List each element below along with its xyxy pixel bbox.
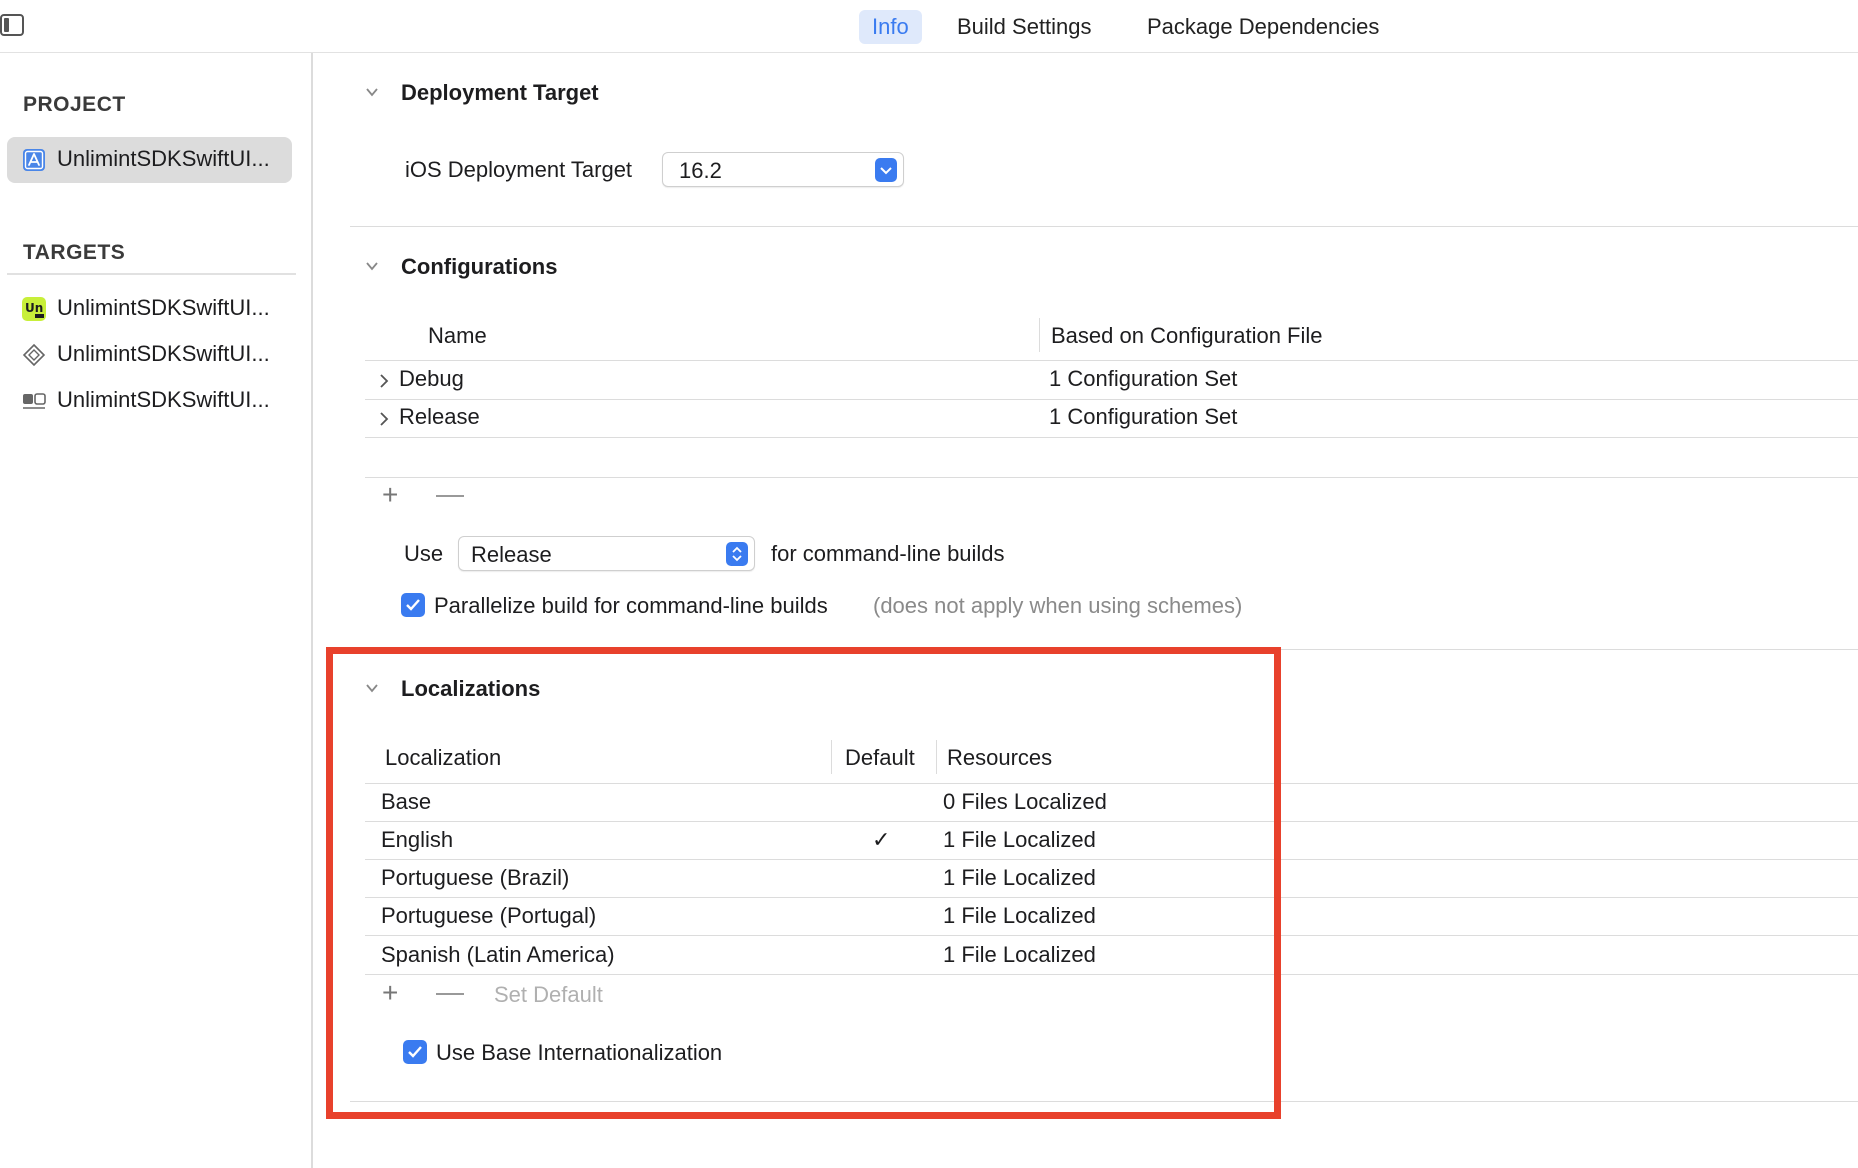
- sidebar-item-label: UnlimintSDKSwiftUI...: [57, 295, 270, 320]
- command-line-config-popup[interactable]: Release: [458, 536, 755, 571]
- config-name: Release: [399, 404, 480, 429]
- command-line-config-value: Release: [471, 542, 552, 567]
- section-divider: [350, 226, 1858, 227]
- tab-info[interactable]: Info: [859, 10, 922, 44]
- chevron-down-icon[interactable]: [365, 259, 379, 273]
- sidebar-item-label: UnlimintSDKSwiftUI...: [57, 387, 270, 412]
- column-header-name[interactable]: Name: [428, 323, 487, 349]
- highlight-box: [326, 647, 1281, 1119]
- parallelize-note: (does not apply when using schemes): [873, 593, 1243, 618]
- chevron-right-icon[interactable]: [377, 373, 391, 389]
- deployment-target-label: iOS Deployment Target: [405, 157, 633, 182]
- top-tab-bar: Info Build Settings Package Dependencies: [0, 0, 1858, 53]
- table-row[interactable]: Release 1 Configuration Set: [365, 400, 1858, 437]
- row-divider: [365, 437, 1858, 438]
- deployment-target-popup[interactable]: 16.2: [662, 152, 904, 187]
- parallelize-checkbox[interactable]: [401, 593, 425, 617]
- parallelize-label: Parallelize build for command-line build…: [434, 593, 828, 618]
- column-separator: [1039, 318, 1040, 352]
- add-configuration-button[interactable]: +: [382, 481, 398, 509]
- use-suffix-label: for command-line builds: [771, 541, 1005, 566]
- sidebar-item-target[interactable]: UnlimintSDKSwiftUI...: [7, 332, 292, 378]
- config-file: 1 Configuration Set: [1049, 404, 1238, 429]
- config-file: 1 Configuration Set: [1049, 366, 1238, 391]
- remove-configuration-button[interactable]: [436, 495, 464, 497]
- column-header-file[interactable]: Based on Configuration File: [1051, 323, 1323, 349]
- project-icon: [23, 149, 45, 171]
- chevron-updown-icon: [726, 542, 748, 566]
- sidebar-item-target[interactable]: Un UnlimintSDKSwiftUI...: [7, 286, 292, 332]
- deployment-target-value: 16.2: [679, 158, 722, 183]
- svg-text:Un: Un: [25, 301, 43, 315]
- table-row[interactable]: Debug 1 Configuration Set: [365, 361, 1858, 399]
- configurations-section-title: Configurations: [401, 254, 558, 279]
- chevron-down-icon[interactable]: [365, 85, 379, 99]
- deployment-section-title: Deployment Target: [401, 80, 599, 105]
- sidebar: PROJECT UnlimintSDKSwiftUI... TARGETS Un…: [0, 53, 313, 1168]
- sidebar-item-target[interactable]: UnlimintSDKSwiftUI...: [7, 378, 292, 424]
- test-diamond-icon: [22, 343, 46, 367]
- tab-build-settings[interactable]: Build Settings: [944, 10, 1105, 44]
- sidebar-toggle-icon[interactable]: [0, 14, 24, 36]
- chevron-down-icon: [875, 158, 897, 182]
- sidebar-item-project[interactable]: UnlimintSDKSwiftUI...: [7, 137, 292, 183]
- row-divider: [365, 477, 1858, 478]
- project-header: PROJECT: [23, 93, 126, 116]
- config-name: Debug: [399, 366, 464, 391]
- sidebar-item-label: UnlimintSDKSwiftUI...: [57, 341, 270, 366]
- tab-package-dependencies[interactable]: Package Dependencies: [1134, 10, 1392, 44]
- sidebar-item-label: UnlimintSDKSwiftUI...: [57, 146, 270, 171]
- use-label: Use: [404, 541, 444, 566]
- ui-test-icon: [23, 393, 46, 409]
- chevron-right-icon[interactable]: [377, 411, 391, 427]
- targets-header: TARGETS: [23, 241, 126, 264]
- app-icon: Un: [22, 297, 46, 321]
- sidebar-divider: [7, 273, 296, 275]
